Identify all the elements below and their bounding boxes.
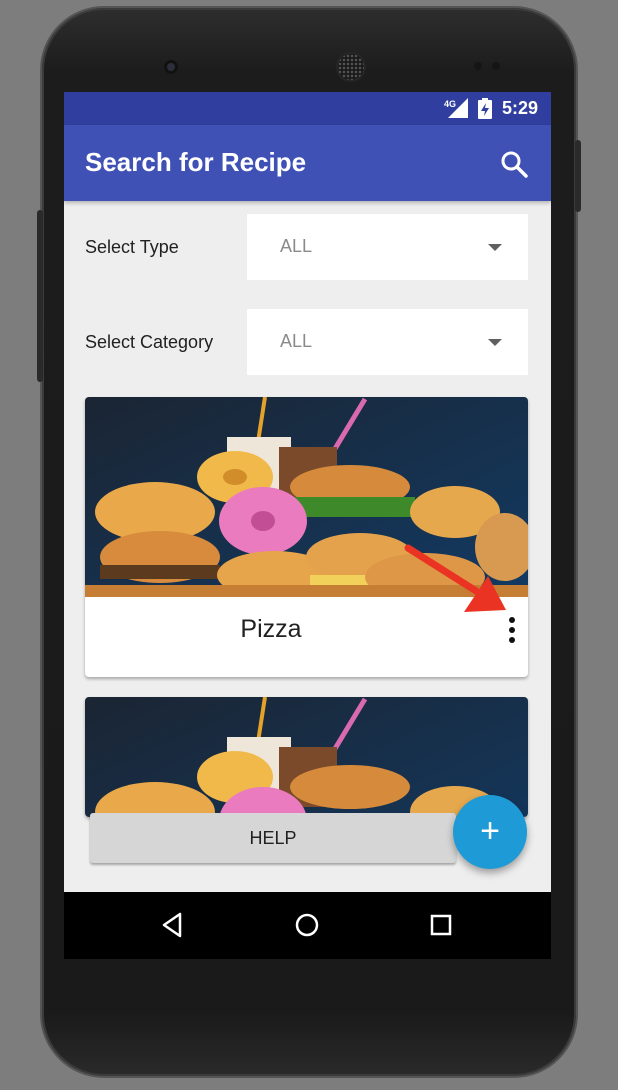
help-button[interactable]: HELP — [90, 813, 456, 863]
status-time: 5:29 — [501, 98, 538, 118]
front-camera — [164, 60, 178, 74]
dropdown-arrow-icon — [488, 244, 502, 251]
page-title: Search for Recipe — [85, 147, 307, 177]
recipe-image — [85, 397, 528, 597]
home-icon[interactable] — [292, 910, 322, 940]
select-category-label: Select Category — [85, 332, 214, 352]
select-type-label: Select Type — [85, 237, 179, 257]
status-bar: 4G 5:29 — [64, 92, 551, 125]
dropdown-arrow-icon — [488, 339, 502, 346]
signal-icon: 4G — [444, 98, 468, 118]
battery-icon — [478, 98, 492, 119]
proximity-sensor — [474, 62, 482, 70]
select-category-dropdown[interactable]: ALL — [247, 309, 528, 375]
select-type-dropdown[interactable]: ALL — [247, 214, 528, 280]
add-recipe-button[interactable]: + — [453, 795, 527, 869]
more-vert-icon[interactable] — [506, 617, 518, 647]
network-type-label: 4G — [444, 99, 456, 109]
select-type-value: ALL — [280, 236, 313, 256]
recipe-title: Pizza — [240, 615, 302, 643]
recipe-card[interactable]: Pizza — [85, 397, 528, 677]
recipe-image — [85, 697, 528, 817]
volume-button — [37, 210, 43, 382]
search-icon[interactable] — [499, 149, 529, 179]
select-category-value: ALL — [280, 331, 313, 351]
power-button — [575, 140, 581, 212]
recipe-card[interactable] — [85, 697, 528, 817]
recents-icon[interactable] — [426, 910, 456, 940]
app-screen: 4G 5:29 Search for Recipe Select Type AL… — [64, 92, 551, 959]
navigation-bar — [64, 892, 551, 959]
app-bar: Search for Recipe — [64, 125, 551, 201]
light-sensor — [492, 62, 500, 70]
speaker-grille — [338, 54, 364, 80]
back-icon[interactable] — [158, 910, 188, 940]
